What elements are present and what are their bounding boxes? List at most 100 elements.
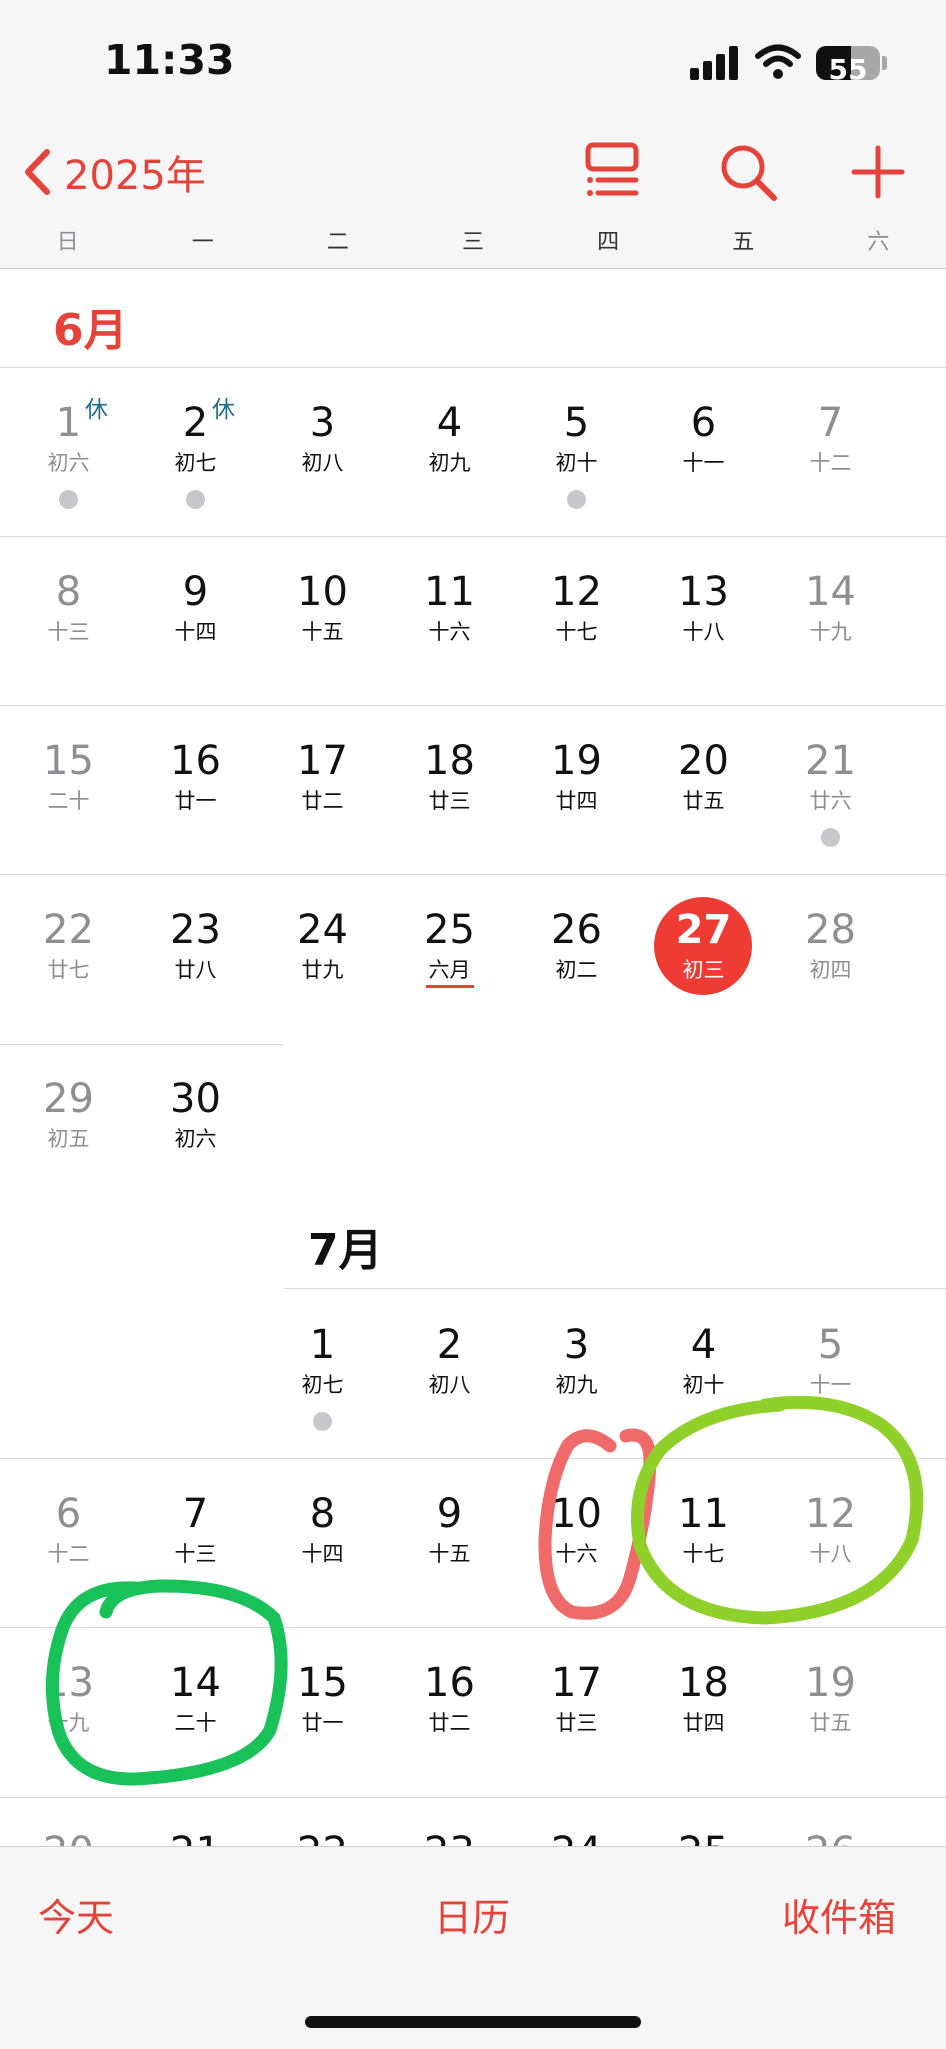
day-cell[interactable]: 6 十一 (640, 378, 767, 546)
day-number: 22 (43, 907, 94, 953)
day-number: 30 (170, 1076, 221, 1122)
lunar-date: 十七 (682, 1542, 725, 1566)
day-number: 6 (690, 400, 717, 446)
lunar-date: 十五 (428, 1542, 471, 1566)
day-number: 14 (170, 1660, 221, 1706)
day-cell[interactable]: 4 初十 (640, 1300, 767, 1468)
day-number: 11 (678, 1491, 729, 1537)
lunar-date: 廿三 (555, 1711, 598, 1735)
day-cell[interactable]: 8 十四 (259, 1469, 386, 1637)
lunar-date: 初五 (47, 1127, 90, 1151)
list-view-icon[interactable] (580, 140, 644, 204)
lunar-date: 廿八 (174, 958, 217, 982)
calendars-tab[interactable]: 日历 (434, 1887, 510, 1942)
day-cell[interactable]: 7 十三 (132, 1469, 259, 1637)
day-cell[interactable]: 12 十八 (767, 1469, 894, 1637)
day-cell[interactable]: 13 十八 (640, 547, 767, 715)
lunar-month-underline (426, 985, 474, 988)
lunar-date: 廿一 (301, 1711, 344, 1735)
day-cell[interactable]: 27 初三 (640, 885, 767, 1053)
day-cell[interactable]: 7 十二 (767, 378, 894, 546)
event-dot (313, 1412, 332, 1431)
day-cell[interactable]: 10 十六 (513, 1469, 640, 1637)
day-cell[interactable]: 1 初七 (259, 1300, 386, 1468)
day-number: 4 (690, 1322, 717, 1368)
search-icon[interactable] (716, 140, 780, 204)
day-cell[interactable]: 17 廿三 (513, 1638, 640, 1806)
lunar-date: 初七 (301, 1373, 344, 1397)
day-cell[interactable]: 29 初五 (5, 1054, 132, 1222)
day-number: 11 (424, 569, 475, 615)
holiday-rest-label: 休 (85, 397, 108, 423)
day-number: 5 (817, 1322, 844, 1368)
day-cell[interactable]: 19 廿四 (513, 716, 640, 884)
day-number: 16 (170, 738, 221, 784)
day-cell[interactable]: 18 廿三 (386, 716, 513, 884)
day-cell[interactable]: 5 十一 (767, 1300, 894, 1468)
day-cell[interactable]: 23 廿八 (132, 885, 259, 1053)
day-cell[interactable]: 25 六月 (386, 885, 513, 1053)
day-cell[interactable]: 19 廿五 (767, 1638, 894, 1806)
day-cell[interactable]: 2 初七 休 (132, 378, 259, 546)
day-number: 18 (678, 1660, 729, 1706)
day-cell[interactable]: 16 廿一 (132, 716, 259, 884)
day-cell[interactable]: 16 廿二 (386, 1638, 513, 1806)
day-cell[interactable]: 14 十九 (767, 547, 894, 715)
day-cell[interactable]: 6 十二 (5, 1469, 132, 1637)
event-dot (567, 490, 586, 509)
day-cell[interactable]: 14 二十 (132, 1638, 259, 1806)
inbox-tab[interactable]: 收件箱 (782, 1887, 896, 1942)
day-cell[interactable]: 2 初八 (386, 1300, 513, 1468)
day-cell[interactable]: 3 初九 (513, 1300, 640, 1468)
day-cell[interactable]: 4 初九 (386, 378, 513, 546)
today-tab[interactable]: 今天 (38, 1887, 114, 1942)
lunar-date: 十八 (809, 1542, 852, 1566)
lunar-date: 廿九 (301, 958, 344, 982)
lunar-date: 初六 (174, 1127, 217, 1151)
status-bar: 11:33 55 (0, 0, 946, 120)
day-cell[interactable]: 28 初四 (767, 885, 894, 1053)
day-number: 13 (678, 569, 729, 615)
lunar-date: 十一 (682, 451, 725, 475)
add-icon[interactable] (846, 140, 910, 204)
day-cell[interactable]: 9 十五 (386, 1469, 513, 1637)
day-cell[interactable]: 21 廿六 (767, 716, 894, 884)
day-number: 3 (309, 400, 336, 446)
day-number: 7 (182, 1491, 209, 1537)
day-number: 25 (424, 907, 475, 953)
day-cell[interactable]: 11 十七 (640, 1469, 767, 1637)
day-number: 21 (805, 738, 856, 784)
day-cell[interactable]: 17 廿二 (259, 716, 386, 884)
day-cell[interactable]: 3 初八 (259, 378, 386, 546)
june-month-title: 6月 (53, 305, 128, 356)
lunar-date: 十三 (47, 620, 90, 644)
day-cell[interactable]: 8 十三 (5, 547, 132, 715)
day-number: 7 (817, 400, 844, 446)
day-number: 15 (297, 1660, 348, 1706)
day-cell[interactable]: 15 廿一 (259, 1638, 386, 1806)
day-number: 8 (309, 1491, 336, 1537)
lunar-date: 廿六 (809, 789, 852, 813)
day-cell[interactable]: 22 廿七 (5, 885, 132, 1053)
day-cell[interactable]: 20 廿五 (640, 716, 767, 884)
day-cell[interactable]: 9 十四 (132, 547, 259, 715)
day-number: 28 (805, 907, 856, 953)
lunar-date: 初八 (301, 451, 344, 475)
day-cell[interactable]: 30 初六 (132, 1054, 259, 1222)
day-cell[interactable]: 11 十六 (386, 547, 513, 715)
day-cell[interactable]: 12 十七 (513, 547, 640, 715)
day-number: 12 (805, 1491, 856, 1537)
day-cell[interactable]: 24 廿九 (259, 885, 386, 1053)
day-cell[interactable]: 13 十九 (5, 1638, 132, 1806)
day-cell[interactable]: 18 廿四 (640, 1638, 767, 1806)
lunar-date: 初十 (555, 451, 598, 475)
day-cell[interactable]: 15 二十 (5, 716, 132, 884)
holiday-rest-label: 休 (212, 397, 235, 423)
back-button[interactable]: 2025年 (20, 142, 206, 202)
day-cell[interactable]: 1 初六 休 (5, 378, 132, 546)
lunar-date: 廿二 (428, 1711, 471, 1735)
day-cell[interactable]: 26 初二 (513, 885, 640, 1053)
lunar-date: 廿五 (809, 1711, 852, 1735)
day-cell[interactable]: 10 十五 (259, 547, 386, 715)
day-cell[interactable]: 5 初十 (513, 378, 640, 546)
